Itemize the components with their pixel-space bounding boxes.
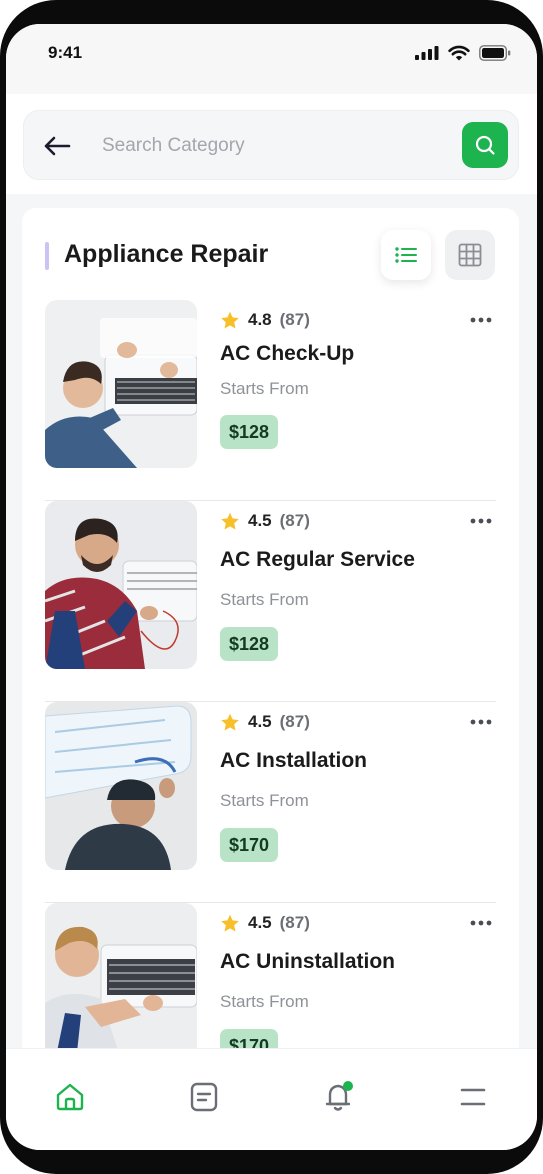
service-name: AC Regular Service bbox=[220, 548, 415, 571]
list-icon bbox=[395, 247, 417, 263]
star-icon bbox=[221, 512, 239, 529]
more-options-button[interactable] bbox=[466, 712, 496, 732]
grid-view-button[interactable] bbox=[445, 230, 495, 280]
more-horizontal-icon bbox=[470, 719, 492, 725]
rating-value: 4.5 bbox=[248, 511, 272, 530]
rating-row: 4.5 (87) bbox=[220, 511, 310, 531]
rating-value: 4.5 bbox=[248, 712, 272, 731]
search-button[interactable] bbox=[462, 122, 508, 168]
document-icon bbox=[190, 1082, 218, 1112]
section-title: Appliance Repair bbox=[64, 240, 269, 268]
status-icons bbox=[415, 45, 511, 66]
list-view-button[interactable] bbox=[381, 230, 431, 280]
rating-count: (87) bbox=[279, 712, 310, 731]
phone-frame: 9:41 Search Category Appliance Repair 4.… bbox=[0, 0, 543, 1174]
star-icon bbox=[221, 914, 239, 931]
menu-icon bbox=[460, 1088, 486, 1106]
status-time: 9:41 bbox=[48, 43, 83, 62]
rating-count: (87) bbox=[279, 913, 310, 932]
price-badge: $170 bbox=[220, 828, 279, 862]
nav-home[interactable] bbox=[50, 1077, 90, 1117]
search-bar bbox=[23, 110, 519, 180]
rating-row: 4.5 (87) bbox=[220, 913, 310, 933]
service-name: AC Installation bbox=[220, 749, 368, 772]
more-horizontal-icon bbox=[470, 920, 492, 926]
service-list: 4.8 (87) AC Check-Up Starts From $128 4.… bbox=[45, 300, 496, 1104]
status-bar: 9:41 bbox=[6, 24, 537, 94]
rating-row: 4.5 (87) bbox=[220, 712, 310, 732]
arrow-left-icon bbox=[44, 136, 71, 156]
grid-icon bbox=[458, 243, 482, 267]
rating-count: (87) bbox=[279, 511, 310, 530]
back-button[interactable] bbox=[42, 131, 72, 161]
nav-orders[interactable] bbox=[184, 1077, 224, 1117]
section-accent-bar bbox=[45, 242, 49, 270]
bell-icon bbox=[325, 1081, 353, 1111]
nav-notifications[interactable] bbox=[319, 1077, 359, 1117]
more-horizontal-icon bbox=[470, 317, 492, 323]
service-card[interactable]: 4.5 (87) AC Regular Service Starts From … bbox=[45, 501, 496, 702]
search-icon bbox=[475, 135, 495, 155]
more-options-button[interactable] bbox=[466, 913, 496, 933]
service-card[interactable]: 4.8 (87) AC Check-Up Starts From $128 bbox=[45, 300, 496, 501]
content-card: Appliance Repair 4.8 (87) AC Check-Up St… bbox=[22, 208, 519, 1108]
rating-value: 4.8 bbox=[248, 310, 272, 329]
battery-icon bbox=[479, 45, 511, 66]
service-image bbox=[45, 501, 197, 669]
price-badge: $128 bbox=[220, 415, 279, 449]
service-image bbox=[45, 702, 197, 870]
nav-menu[interactable] bbox=[453, 1077, 493, 1117]
service-image bbox=[45, 903, 197, 1071]
more-options-button[interactable] bbox=[466, 511, 496, 531]
starts-from-label: Starts From bbox=[220, 590, 309, 609]
service-card[interactable]: 4.5 (87) AC Installation Starts From $17… bbox=[45, 702, 496, 903]
signal-icon bbox=[415, 46, 439, 65]
wifi-icon bbox=[448, 45, 470, 66]
service-name: AC Check-Up bbox=[220, 342, 355, 365]
star-icon bbox=[221, 311, 239, 328]
home-icon bbox=[56, 1083, 84, 1111]
starts-from-label: Starts From bbox=[220, 379, 309, 398]
starts-from-label: Starts From bbox=[220, 992, 309, 1011]
starts-from-label: Starts From bbox=[220, 791, 309, 810]
star-icon bbox=[221, 713, 239, 730]
search-area bbox=[6, 94, 537, 194]
bottom-nav bbox=[6, 1048, 537, 1150]
search-input[interactable] bbox=[102, 131, 442, 161]
rating-count: (87) bbox=[279, 310, 310, 329]
price-badge: $128 bbox=[220, 627, 279, 661]
service-name: AC Uninstallation bbox=[220, 950, 396, 973]
rating-row: 4.8 (87) bbox=[220, 310, 310, 330]
more-horizontal-icon bbox=[470, 518, 492, 524]
more-options-button[interactable] bbox=[466, 310, 496, 330]
rating-value: 4.5 bbox=[248, 913, 272, 932]
service-image bbox=[45, 300, 197, 468]
screen: 9:41 Search Category Appliance Repair 4.… bbox=[6, 24, 537, 1150]
